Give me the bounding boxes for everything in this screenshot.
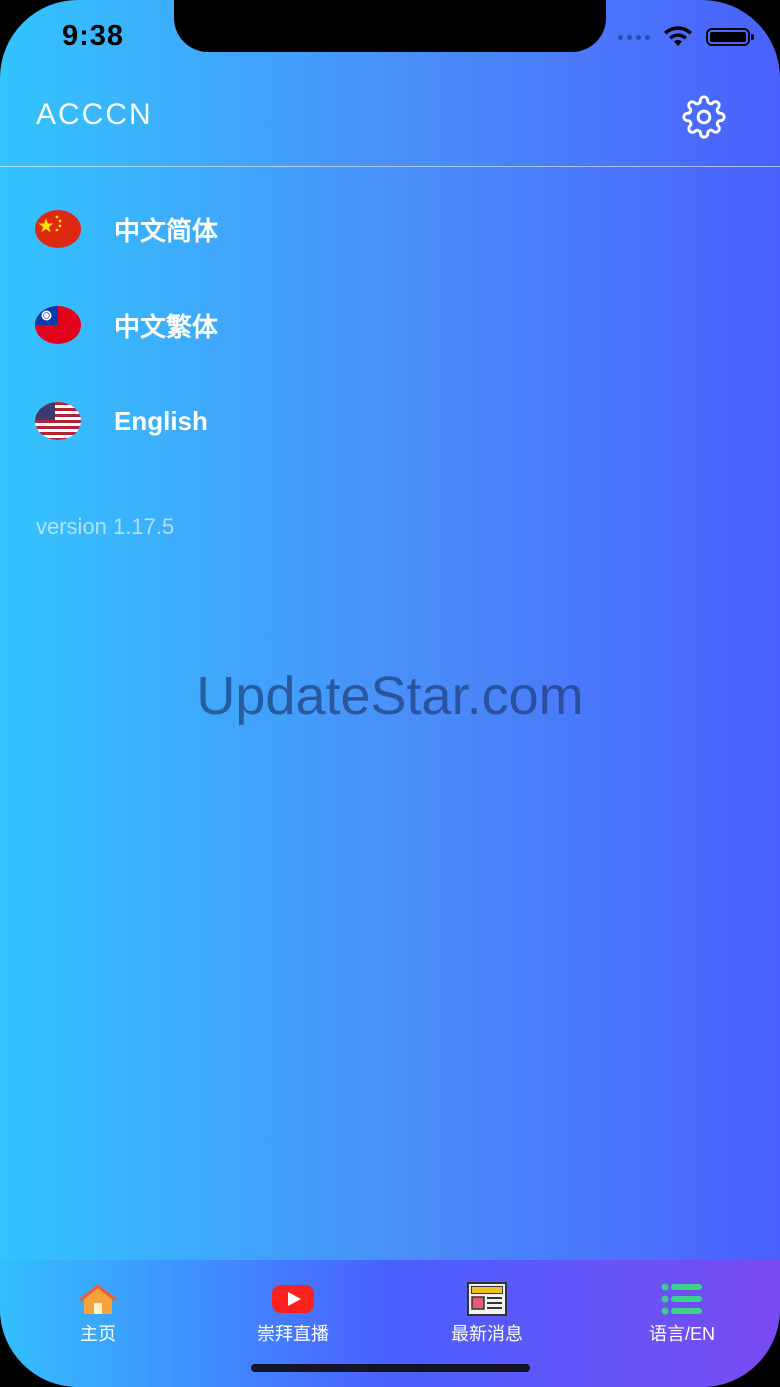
app-title: ACCCN xyxy=(36,98,153,131)
header: ACCCN xyxy=(0,80,780,167)
version-text: version 1.17.5 xyxy=(36,514,175,539)
wifi-icon xyxy=(664,26,692,46)
language-item-english[interactable]: English xyxy=(35,396,208,446)
china-flag-icon xyxy=(35,210,81,248)
watermark: UpdateStar.com xyxy=(196,666,584,726)
language-item-simplified-chinese[interactable]: 中文简体 xyxy=(35,204,218,254)
tab-label: 主页 xyxy=(80,1324,116,1344)
us-flag-icon xyxy=(35,402,81,440)
language-label: 中文繁体 xyxy=(114,311,219,342)
tab-worship-live[interactable]: 崇拜直播 xyxy=(223,1282,363,1346)
tab-latest-news[interactable]: 最新消息 xyxy=(417,1282,557,1346)
home-indicator[interactable] xyxy=(251,1364,530,1372)
language-label: 中文简体 xyxy=(114,215,219,246)
signal-icon xyxy=(618,34,650,40)
status-time: 9:38 xyxy=(62,20,125,52)
language-label: English xyxy=(114,405,208,436)
notch xyxy=(174,0,606,52)
newspaper-icon xyxy=(465,1282,509,1316)
app-screen: 9:38 ACCCN 中文简体 中文繁体 English version 1.1… xyxy=(0,0,780,1387)
language-item-traditional-chinese[interactable]: 中文繁体 xyxy=(35,300,218,350)
tab-label: 崇拜直播 xyxy=(257,1324,329,1344)
tab-label: 语言/EN xyxy=(648,1324,715,1344)
battery-icon xyxy=(706,28,754,46)
list-icon xyxy=(660,1282,704,1316)
home-icon xyxy=(76,1282,120,1316)
gear-icon[interactable] xyxy=(682,95,726,139)
status-icons xyxy=(618,26,754,48)
tab-label: 最新消息 xyxy=(451,1324,523,1344)
tab-home[interactable]: 主页 xyxy=(28,1282,168,1346)
play-icon xyxy=(271,1282,315,1316)
taiwan-flag-icon xyxy=(35,306,81,344)
tab-language[interactable]: 语言/EN xyxy=(612,1282,752,1346)
